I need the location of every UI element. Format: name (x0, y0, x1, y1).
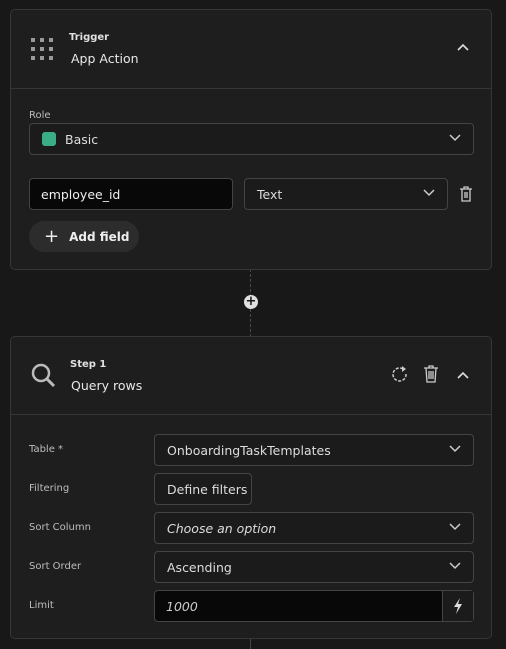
dynamic-value-button[interactable] (442, 591, 473, 621)
role-color-swatch (42, 132, 56, 146)
trigger-title: App Action (71, 51, 139, 66)
limit-input[interactable]: 1000 (154, 590, 474, 622)
filtering-label: Filtering (29, 483, 70, 494)
trash-icon[interactable] (423, 365, 439, 383)
table-value: OnboardingTaskTemplates (167, 442, 331, 458)
chevron-up-icon[interactable] (457, 43, 469, 51)
refresh-icon[interactable] (391, 366, 409, 384)
chevron-up-icon[interactable] (457, 371, 469, 379)
limit-placeholder: 1000 (166, 598, 198, 614)
connector-line (250, 639, 251, 649)
chevron-down-icon (449, 562, 461, 570)
trigger-kicker: Trigger (69, 32, 110, 43)
role-label: Role (29, 110, 51, 121)
plus-icon: + (44, 226, 60, 247)
sort-column-select[interactable]: Choose an option (154, 512, 474, 544)
step-card: Step 1 Query rows Table * OnboardingTask… (10, 336, 492, 639)
chevron-down-icon (449, 523, 461, 531)
search-icon (31, 363, 56, 388)
chevron-down-icon (449, 134, 461, 142)
step-kicker: Step 1 (70, 359, 107, 370)
trigger-header[interactable]: Trigger App Action (11, 10, 491, 89)
table-label: Table * (29, 444, 64, 455)
field-type-value: Text (257, 186, 283, 202)
field-name-input[interactable]: employee_id (29, 178, 233, 210)
chevron-down-icon (449, 445, 461, 453)
add-field-label: Add field (69, 229, 130, 244)
lightning-icon (454, 598, 462, 614)
sort-order-value: Ascending (167, 559, 232, 575)
add-step-button[interactable]: + (244, 295, 258, 309)
table-select[interactable]: OnboardingTaskTemplates (154, 434, 474, 466)
sort-order-label: Sort Order (29, 561, 82, 572)
step-title: Query rows (71, 378, 143, 393)
role-select[interactable]: Basic (29, 123, 474, 155)
sort-order-select[interactable]: Ascending (154, 551, 474, 583)
limit-label: Limit (29, 600, 54, 611)
define-filters-button[interactable]: Define filters (154, 473, 252, 505)
role-value: Basic (65, 131, 99, 147)
chevron-down-icon (423, 189, 435, 197)
grid-icon (31, 38, 53, 60)
field-type-select[interactable]: Text (244, 178, 448, 210)
trigger-card: Trigger App Action Role Basic employee_i… (10, 9, 492, 270)
add-field-button[interactable]: + Add field (29, 221, 139, 252)
sort-column-label: Sort Column (29, 522, 91, 533)
trash-icon[interactable] (459, 186, 473, 202)
sort-column-placeholder: Choose an option (167, 520, 277, 536)
step-header[interactable]: Step 1 Query rows (11, 337, 491, 415)
